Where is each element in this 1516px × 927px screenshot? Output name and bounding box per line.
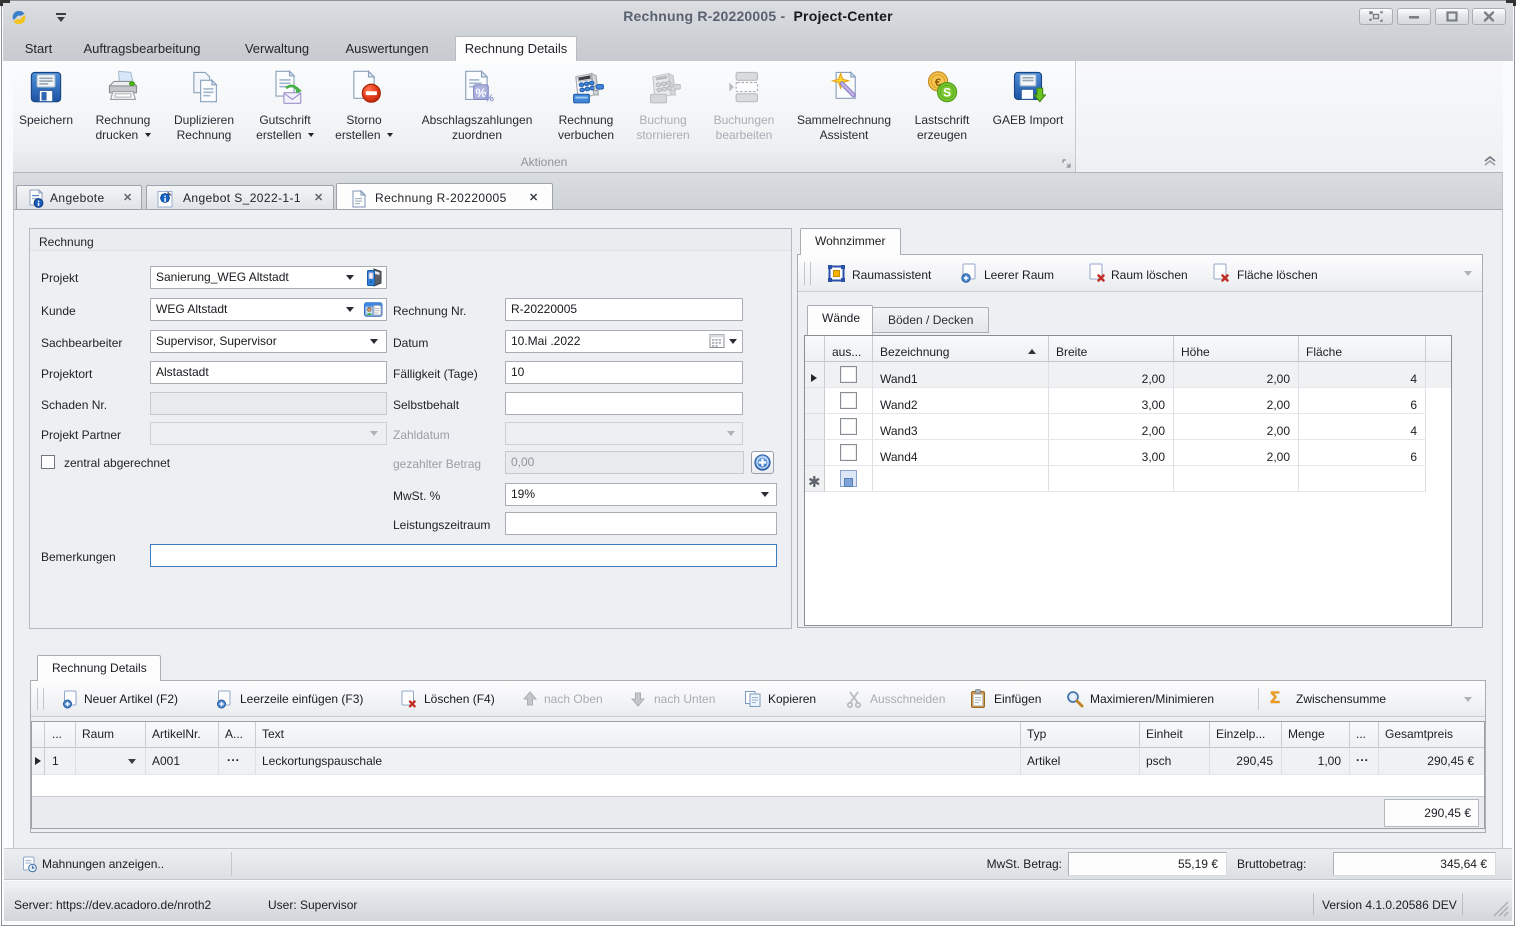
svg-text:%: % [485,94,494,105]
svg-text:S: S [943,86,951,100]
